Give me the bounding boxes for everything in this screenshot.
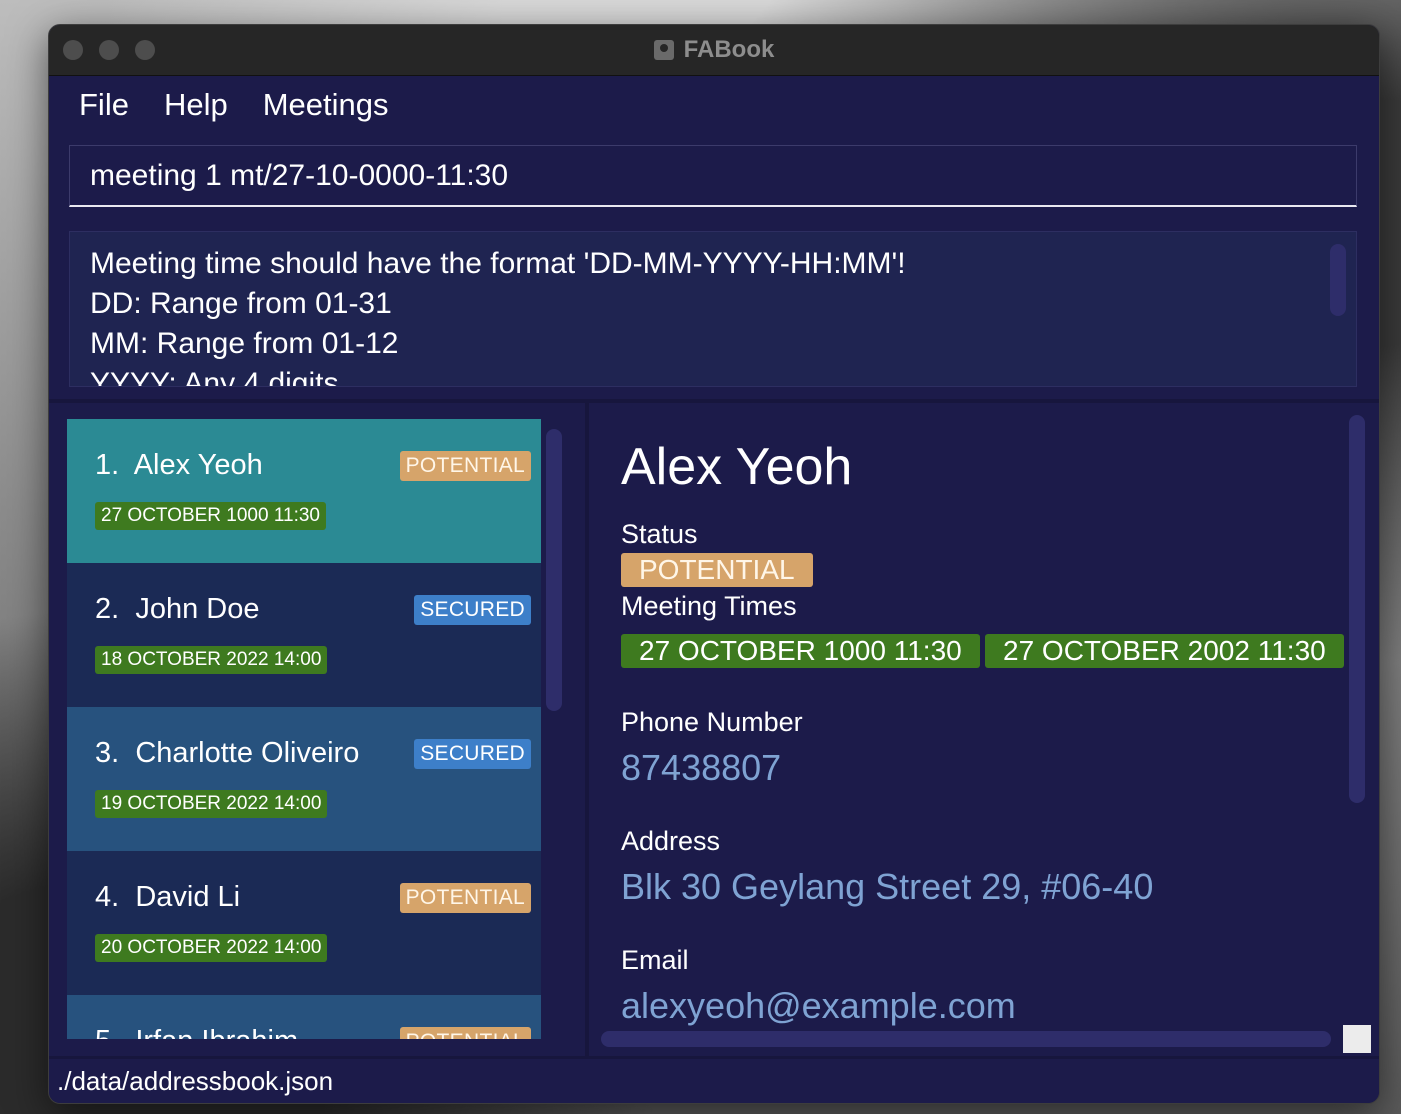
- command-input[interactable]: [90, 158, 1336, 193]
- menu-bar: File Help Meetings: [49, 76, 1379, 134]
- address-book-icon: [653, 40, 674, 60]
- result-text: Meeting time should have the format 'DD-…: [70, 232, 1356, 387]
- contact-list-scrollbar[interactable]: [546, 429, 562, 711]
- status-badge: POTENTIAL: [399, 1027, 531, 1039]
- detail-name: Alex Yeoh: [621, 438, 853, 496]
- meeting-time-chip: 20 OCTOBER 2022 14:00: [95, 934, 328, 962]
- address-value: Blk 30 Geylang Street 29, #06-40: [621, 866, 1154, 907]
- data-file-path: ./data/addressbook.json: [57, 1065, 334, 1096]
- contact-card[interactable]: 3. Charlotte Oliveiro SECURED 19 OCTOBER…: [67, 707, 541, 851]
- scrollbar-corner: [1343, 1025, 1371, 1053]
- contact-card[interactable]: 4. David Li POTENTIAL 20 OCTOBER 2022 14…: [67, 851, 541, 995]
- status-badge: SECURED: [414, 739, 531, 769]
- meeting-time-chip: 27 OCTOBER 1000 11:30: [95, 502, 326, 530]
- detail-vertical-scrollbar[interactable]: [1349, 415, 1365, 803]
- detail-horizontal-scrollbar[interactable]: [601, 1031, 1331, 1047]
- menu-file[interactable]: File: [79, 87, 129, 123]
- status-badge: POTENTIAL: [399, 883, 531, 913]
- contact-detail-panel: Alex Yeoh Status POTENTIAL Meeting Times…: [589, 403, 1379, 1059]
- result-display: Meeting time should have the format 'DD-…: [69, 231, 1357, 387]
- address-label: Address: [621, 826, 721, 856]
- meeting-times-label: Meeting Times: [621, 591, 797, 621]
- contact-list: 1. Alex Yeoh POTENTIAL 27 OCTOBER 1000 1…: [67, 419, 541, 1039]
- result-line: Meeting time should have the format 'DD-…: [90, 247, 906, 280]
- status-badge: POTENTIAL: [399, 451, 531, 481]
- result-line: YYYY: Any 4 digits: [90, 367, 339, 387]
- phone-label: Phone Number: [621, 707, 803, 737]
- status-badge: SECURED: [414, 595, 531, 625]
- contact-name: 1. Alex Yeoh: [95, 449, 263, 481]
- app-window: FABook File Help Meetings Meeting time s…: [48, 24, 1380, 1104]
- result-line: DD: Range from 01-31: [90, 287, 392, 320]
- window-title-wrap: FABook: [49, 25, 1379, 75]
- detail-meeting-chip: 27 OCTOBER 1000 11:30: [621, 634, 980, 668]
- detail-status-badge: POTENTIAL: [621, 553, 813, 587]
- meeting-time-chip: 18 OCTOBER 2022 14:00: [95, 646, 328, 674]
- meeting-time-chip: 19 OCTOBER 2022 14:00: [95, 790, 328, 818]
- email-label: Email: [621, 945, 689, 975]
- menu-help[interactable]: Help: [164, 87, 228, 123]
- detail-meeting-chip: 27 OCTOBER 2002 11:30: [985, 634, 1344, 668]
- menu-meetings[interactable]: Meetings: [263, 87, 389, 123]
- email-value: alexyeoh@example.com: [621, 985, 1016, 1026]
- contact-card[interactable]: 2. John Doe SECURED 18 OCTOBER 2022 14:0…: [67, 563, 541, 707]
- contact-name: 5. Irfan Ibrahim: [95, 1025, 298, 1039]
- window-title: FABook: [683, 36, 775, 63]
- result-line: MM: Range from 01-12: [90, 327, 399, 360]
- phone-value: 87438807: [621, 747, 782, 788]
- contact-card[interactable]: 5. Irfan Ibrahim POTENTIAL: [67, 995, 541, 1039]
- status-bar: ./data/addressbook.json: [49, 1056, 1379, 1103]
- command-box: [69, 145, 1357, 207]
- status-label: Status: [621, 519, 698, 549]
- title-bar[interactable]: FABook: [49, 25, 1379, 76]
- contact-name: 2. John Doe: [95, 593, 260, 625]
- contact-name: 3. Charlotte Oliveiro: [95, 737, 360, 769]
- result-scrollbar[interactable]: [1330, 244, 1346, 316]
- contact-name: 4. David Li: [95, 881, 241, 913]
- contact-card[interactable]: 1. Alex Yeoh POTENTIAL 27 OCTOBER 1000 1…: [67, 419, 541, 563]
